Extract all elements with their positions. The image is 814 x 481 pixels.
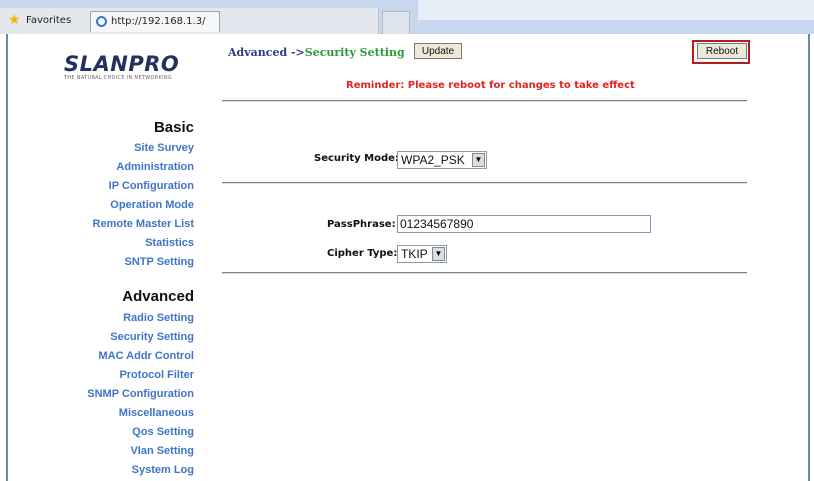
passphrase-label: PassPhrase: bbox=[327, 219, 396, 230]
nav-item-qos-setting[interactable]: Qos Setting bbox=[132, 426, 194, 438]
nav-item-security-setting[interactable]: Security Setting bbox=[110, 331, 194, 343]
reboot-reminder: Reminder: Please reboot for changes to t… bbox=[346, 80, 635, 91]
update-button[interactable]: Update bbox=[414, 43, 462, 59]
nav-item-system-log[interactable]: System Log bbox=[132, 464, 194, 476]
nav-item-administration[interactable]: Administration bbox=[116, 161, 194, 173]
nav-item-snmp-configuration[interactable]: SNMP Configuration bbox=[87, 388, 194, 400]
nav-item-operation-mode[interactable]: Operation Mode bbox=[110, 199, 194, 211]
logo-name: LANPRO bbox=[79, 52, 180, 76]
breadcrumb: Advanced ->Security Setting bbox=[228, 46, 405, 59]
dropdown-arrow-icon[interactable]: ▼ bbox=[472, 153, 485, 167]
nav-item-mac-addr-control[interactable]: MAC Addr Control bbox=[98, 350, 194, 362]
favorites-label[interactable]: Favorites bbox=[26, 15, 71, 26]
reboot-button[interactable]: Reboot bbox=[697, 43, 747, 59]
logo-text: SLANPRO bbox=[64, 52, 179, 76]
lanpro-logo: SLANPRO THE NATURAL CHOICE IN NETWORKING bbox=[64, 52, 192, 82]
nav-item-miscellaneous[interactable]: Miscellaneous bbox=[119, 407, 194, 419]
cipher-type-select[interactable]: TKIP ▼ bbox=[397, 245, 447, 263]
nav-item-radio-setting[interactable]: Radio Setting bbox=[123, 312, 194, 324]
ie-page-icon bbox=[96, 16, 107, 27]
breadcrumb-section: Advanced -> bbox=[228, 46, 305, 59]
cipher-type-value: TKIP bbox=[401, 247, 428, 261]
browser-toolbar: ★ Favorites http://192.168.1.3/ bbox=[0, 0, 814, 35]
toolbar-panel bbox=[418, 0, 814, 20]
favorites-bar: ★ Favorites http://192.168.1.3/ bbox=[0, 8, 379, 34]
nav-item-protocol-filter[interactable]: Protocol Filter bbox=[119, 369, 194, 381]
nav-item-sntp-setting[interactable]: SNTP Setting bbox=[125, 256, 194, 268]
browser-tab[interactable]: http://192.168.1.3/ bbox=[90, 11, 220, 32]
dropdown-arrow-icon[interactable]: ▼ bbox=[432, 247, 445, 261]
nav-heading-advanced: Advanced bbox=[122, 288, 194, 305]
nav-item-statistics[interactable]: Statistics bbox=[145, 237, 194, 249]
tab-url: http://192.168.1.3/ bbox=[111, 16, 206, 27]
nav-heading-basic: Basic bbox=[153, 119, 194, 136]
divider bbox=[222, 272, 747, 274]
divider bbox=[222, 100, 747, 102]
divider bbox=[222, 182, 747, 184]
logo-s-mark: S bbox=[64, 52, 80, 76]
nav-item-remote-master-list[interactable]: Remote Master List bbox=[93, 218, 194, 230]
page-title: Security Setting bbox=[304, 46, 405, 59]
security-mode-label: Security Mode: bbox=[314, 153, 399, 164]
security-mode-select[interactable]: WPA2_PSK ▼ bbox=[397, 151, 487, 169]
star-icon[interactable]: ★ bbox=[8, 13, 22, 27]
nav-item-site-survey[interactable]: Site Survey bbox=[134, 142, 194, 154]
cipher-type-label: Cipher Type: bbox=[327, 248, 398, 259]
logo-tagline: THE NATURAL CHOICE IN NETWORKING bbox=[64, 75, 173, 81]
security-mode-value: WPA2_PSK bbox=[401, 153, 465, 167]
nav-item-vlan-setting[interactable]: Vlan Setting bbox=[130, 445, 194, 457]
new-tab-button[interactable] bbox=[382, 11, 410, 35]
nav-item-ip-configuration[interactable]: IP Configuration bbox=[109, 180, 194, 192]
passphrase-input[interactable] bbox=[397, 215, 651, 233]
